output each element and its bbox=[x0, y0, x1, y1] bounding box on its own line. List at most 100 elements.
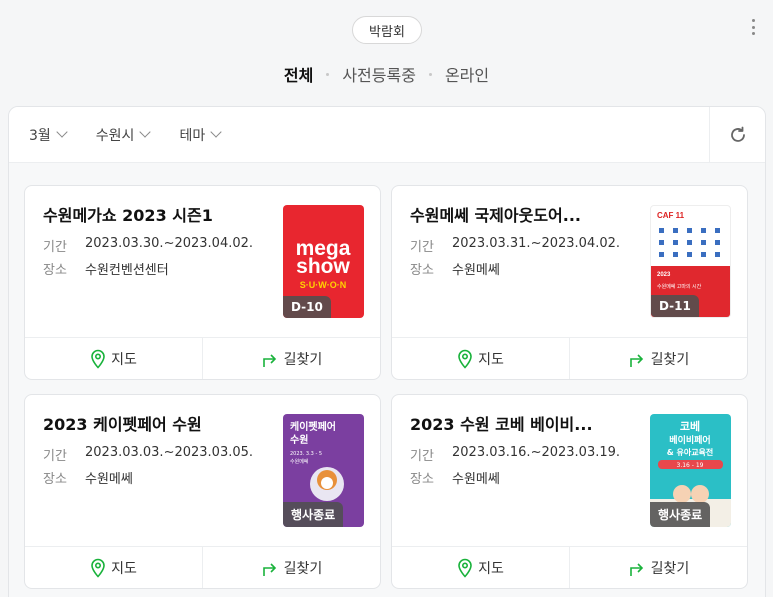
map-label: 지도 bbox=[111, 351, 137, 368]
event-title[interactable]: 2023 수원 코베 베이비... bbox=[410, 411, 640, 435]
event-poster[interactable]: 코베 베이비페어 & 유아교육전 3.16 - 19 행사종료 bbox=[650, 414, 731, 527]
poster-line: show bbox=[296, 255, 350, 278]
event-venue: 장소 수원컨벤션센터 bbox=[43, 259, 169, 278]
map-label: 지도 bbox=[478, 560, 504, 577]
map-button[interactable]: 지도 bbox=[25, 338, 202, 379]
theme-filter[interactable]: 테마 bbox=[179, 125, 222, 145]
tab-separator bbox=[428, 72, 432, 76]
theme-filter-label: 테마 bbox=[179, 127, 206, 144]
venue-value: 수원메쎄 bbox=[452, 472, 500, 487]
period-value: 2023.03.16.~2023.03.19. bbox=[452, 445, 621, 460]
event-period: 기간 2023.03.31.~2023.04.02. bbox=[410, 236, 620, 255]
venue-value: 수원컨벤션센터 bbox=[85, 263, 169, 278]
tab-all[interactable]: 전체 bbox=[280, 62, 317, 86]
venue-value: 수원메쎄 bbox=[452, 263, 500, 278]
map-button[interactable]: 지도 bbox=[392, 338, 569, 379]
poster-line: 베이비페어 bbox=[669, 434, 710, 446]
poster-line: & 유아교육전 bbox=[667, 447, 714, 457]
event-ended-badge: 행사종료 bbox=[283, 502, 344, 527]
event-title[interactable]: 수원메가쇼 2023 시즌1 bbox=[43, 202, 273, 226]
venue-label: 장소 bbox=[410, 263, 434, 278]
venue-label: 장소 bbox=[43, 263, 67, 278]
tab-online[interactable]: 온라인 bbox=[441, 62, 493, 86]
more-vertical-icon[interactable] bbox=[746, 16, 760, 38]
card-actions: 지도 길찾기 bbox=[25, 337, 380, 379]
card-actions: 지도 길찾기 bbox=[25, 546, 380, 588]
period-label: 기간 bbox=[410, 449, 434, 464]
event-period: 기간 2023.03.30.~2023.04.02. bbox=[43, 236, 253, 255]
period-value: 2023.03.03.~2023.03.05. bbox=[85, 445, 254, 460]
turn-arrow-icon bbox=[629, 353, 643, 367]
turn-arrow-icon bbox=[629, 562, 643, 576]
turn-arrow-icon bbox=[262, 353, 276, 367]
poster-line: 수원메쎄 고마의 시간 bbox=[657, 283, 702, 290]
poster-line: 3.16 - 19 bbox=[677, 462, 704, 469]
directions-label: 길찾기 bbox=[283, 351, 323, 368]
city-filter[interactable]: 수원시 bbox=[95, 125, 152, 145]
card-actions: 지도 길찾기 bbox=[392, 337, 747, 379]
event-poster[interactable]: 케이펫페어 수원 2023. 3.3 - 5 수원메쎄 행사종료 bbox=[283, 414, 364, 527]
map-label: 지도 bbox=[478, 351, 504, 368]
turn-arrow-icon bbox=[262, 562, 276, 576]
directions-label: 길찾기 bbox=[650, 560, 690, 577]
event-ended-badge: 행사종료 bbox=[650, 502, 711, 527]
directions-button[interactable]: 길찾기 bbox=[202, 338, 380, 379]
month-filter-label: 3월 bbox=[29, 127, 51, 144]
directions-label: 길찾기 bbox=[283, 560, 323, 577]
event-card[interactable]: 2023 수원 코베 베이비... 기간 2023.03.16.~2023.03.… bbox=[391, 394, 748, 589]
tab-preregistration[interactable]: 사전등록중 bbox=[338, 62, 420, 86]
period-label: 기간 bbox=[43, 449, 67, 464]
poster-line: CAF 11 bbox=[657, 211, 685, 220]
chevron-down-icon bbox=[139, 126, 152, 138]
period-label: 기간 bbox=[43, 240, 67, 255]
map-pin-icon bbox=[458, 349, 472, 369]
dday-badge: D-11 bbox=[651, 295, 699, 317]
tab-bar: 전체 사전등록중 온라인 bbox=[0, 62, 773, 86]
event-panel: 3월 수원시 테마 수원메가쇼 2023 시즌1 기간 2023.03.30.~2… bbox=[8, 106, 766, 597]
filter-bar: 3월 수원시 테마 bbox=[9, 107, 765, 163]
card-actions: 지도 길찾기 bbox=[392, 546, 747, 588]
event-poster[interactable]: mega show S·U·W·O·N D-10 bbox=[283, 205, 364, 318]
refresh-icon bbox=[730, 126, 745, 142]
poster-line: 2023 bbox=[657, 272, 671, 278]
poster-line: 수원 bbox=[290, 433, 308, 446]
tab-separator bbox=[326, 72, 330, 76]
period-value: 2023.03.31.~2023.04.02. bbox=[452, 236, 621, 251]
event-venue: 장소 수원메쎄 bbox=[410, 259, 500, 278]
city-filter-label: 수원시 bbox=[95, 127, 135, 144]
poster-line: S·U·W·O·N bbox=[300, 280, 347, 290]
event-period: 기간 2023.03.03.~2023.03.05. bbox=[43, 445, 253, 464]
event-title[interactable]: 수원메쎄 국제아웃도어... bbox=[410, 202, 640, 226]
map-button[interactable]: 지도 bbox=[392, 547, 569, 588]
poster-line: 수원메쎄 bbox=[290, 458, 309, 465]
directions-button[interactable]: 길찾기 bbox=[569, 338, 747, 379]
venue-label: 장소 bbox=[410, 472, 434, 487]
poster-line: 코베 bbox=[680, 419, 700, 433]
event-title[interactable]: 2023 케이펫페어 수원 bbox=[43, 411, 273, 435]
directions-label: 길찾기 bbox=[650, 351, 690, 368]
event-venue: 장소 수원메쎄 bbox=[43, 468, 133, 487]
event-venue: 장소 수원메쎄 bbox=[410, 468, 500, 487]
month-filter[interactable]: 3월 bbox=[29, 125, 68, 145]
event-poster[interactable]: CAF 11 2023 수원메쎄 고마의 시간 D-11 bbox=[650, 205, 731, 318]
period-value: 2023.03.30.~2023.04.02. bbox=[85, 236, 254, 251]
event-card[interactable]: 2023 케이펫페어 수원 기간 2023.03.03.~2023.03.05. … bbox=[24, 394, 381, 589]
map-pin-icon bbox=[458, 558, 472, 578]
chevron-down-icon bbox=[210, 126, 222, 138]
map-pin-icon bbox=[91, 349, 105, 369]
event-card[interactable]: 수원메가쇼 2023 시즌1 기간 2023.03.30.~2023.04.02.… bbox=[24, 185, 381, 380]
directions-button[interactable]: 길찾기 bbox=[569, 547, 747, 588]
venue-label: 장소 bbox=[43, 472, 67, 487]
category-pill[interactable]: 박람회 bbox=[352, 16, 422, 44]
period-label: 기간 bbox=[410, 240, 434, 255]
refresh-button[interactable] bbox=[709, 107, 765, 162]
poster-line: 2023. 3.3 - 5 bbox=[290, 451, 322, 457]
dday-badge: D-10 bbox=[283, 296, 331, 318]
event-card[interactable]: 수원메쎄 국제아웃도어... 기간 2023.03.31.~2023.04.02.… bbox=[391, 185, 748, 380]
map-button[interactable]: 지도 bbox=[25, 547, 202, 588]
poster-line: 케이펫페어 bbox=[290, 420, 336, 433]
directions-button[interactable]: 길찾기 bbox=[202, 547, 380, 588]
map-label: 지도 bbox=[111, 560, 137, 577]
event-period: 기간 2023.03.16.~2023.03.19. bbox=[410, 445, 620, 464]
chevron-down-icon bbox=[56, 126, 68, 138]
